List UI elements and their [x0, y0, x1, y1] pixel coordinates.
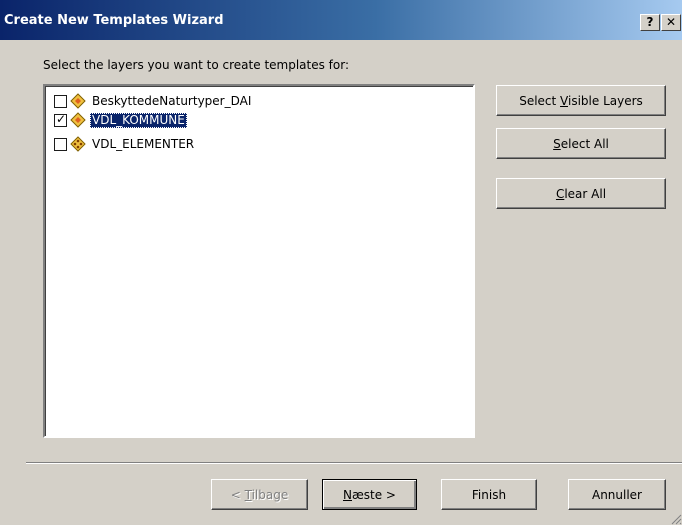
- window-title: Create New Templates Wizard: [4, 13, 224, 28]
- help-icon: ?: [646, 15, 654, 29]
- next-button[interactable]: Næste >: [322, 479, 417, 510]
- title-bar: Create New Templates Wizard ? ✕: [0, 0, 682, 40]
- layer-name: BeskyttedeNaturtyper_DAI: [92, 93, 252, 108]
- select-visible-layers-button[interactable]: Select Visible Layers: [496, 85, 666, 116]
- layer-name: VDL_ELEMENTER: [92, 136, 195, 151]
- back-button[interactable]: < Tilbage: [211, 479, 308, 510]
- layer-item[interactable]: VDL_ELEMENTER: [54, 135, 196, 153]
- button-label: Finish: [471, 487, 507, 502]
- button-label: Annuller: [591, 487, 642, 502]
- clear-all-button[interactable]: Clear All: [496, 178, 666, 209]
- point-layer-icon: [70, 136, 86, 152]
- layer-checkbox[interactable]: [54, 94, 67, 108]
- layer-name: VDL_KOMMUNE: [90, 112, 187, 128]
- select-all-button[interactable]: Select All: [496, 128, 666, 159]
- button-label: < Tilbage: [230, 487, 289, 502]
- polygon-layer-icon: [70, 112, 86, 128]
- check-icon: ✓: [56, 111, 67, 126]
- separator: [26, 462, 682, 464]
- layer-item[interactable]: ✓ VDL_KOMMUNE: [54, 111, 187, 129]
- layer-checkbox[interactable]: ✓: [54, 111, 67, 127]
- button-label: Næste >: [343, 487, 396, 502]
- layer-item[interactable]: BeskyttedeNaturtyper_DAI: [54, 92, 253, 110]
- polygon-layer-icon: [70, 93, 86, 109]
- button-label: Select Visible Layers: [519, 93, 643, 108]
- close-button[interactable]: ✕: [661, 14, 681, 31]
- button-label: Clear All: [555, 186, 607, 201]
- finish-button[interactable]: Finish: [441, 479, 537, 510]
- resize-grip-icon[interactable]: [670, 513, 682, 525]
- instruction-label: Select the layers you want to create tem…: [43, 58, 350, 72]
- close-icon: ✕: [665, 15, 677, 29]
- layer-list[interactable]: BeskyttedeNaturtyper_DAI ✓ VDL_KOMMUNE V…: [43, 84, 475, 438]
- cancel-button[interactable]: Annuller: [568, 479, 666, 510]
- button-label: Select All: [553, 136, 609, 151]
- layer-checkbox[interactable]: [54, 137, 67, 151]
- help-button[interactable]: ?: [640, 14, 660, 31]
